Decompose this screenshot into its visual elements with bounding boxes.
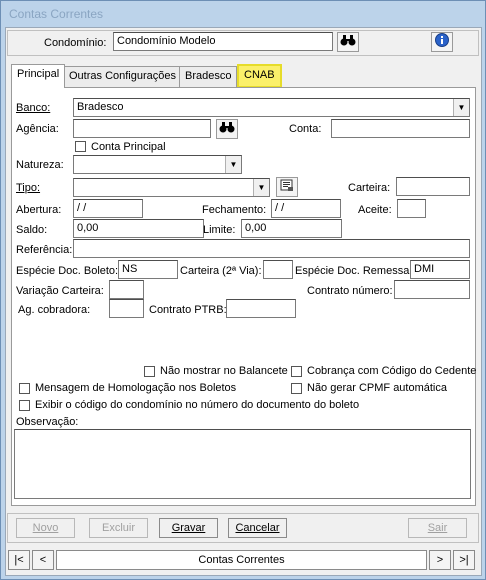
conta-field[interactable] (331, 119, 470, 138)
binoculars-icon[interactable] (337, 32, 359, 52)
limite-field[interactable]: 0,00 (241, 219, 342, 238)
tab-principal[interactable]: Principal (11, 64, 66, 88)
ag-cobradora-label: Ag. cobradora: (18, 304, 91, 316)
limite-label: Limite: (203, 224, 236, 236)
window: Contas Correntes Condomínio: Condomínio … (0, 0, 486, 580)
fechamento-field[interactable]: / / (271, 199, 341, 218)
nao-gerar-cpmf-label: Não gerar CPMF automática (307, 382, 447, 394)
nav-caption: Contas Correntes (56, 550, 427, 570)
info-icon[interactable] (431, 32, 453, 52)
nav-last-button[interactable]: >| (453, 550, 475, 570)
observacao-textarea[interactable] (14, 429, 471, 499)
cancelar-button[interactable]: Cancelar (228, 518, 287, 538)
especie-remessa-field[interactable]: DMI (410, 260, 470, 279)
cobranca-cedente-checkbox[interactable] (291, 366, 302, 377)
window-title: Contas Correntes (9, 7, 104, 21)
gravar-button[interactable]: Gravar (159, 518, 218, 538)
saldo-field[interactable]: 0,00 (73, 219, 204, 238)
banco-value: Bradesco (77, 101, 124, 113)
tipo-label: Tipo: (16, 182, 41, 194)
tab-bradesco[interactable]: Bradesco (179, 66, 238, 87)
exibir-codigo-checkbox[interactable] (19, 400, 30, 411)
variacao-carteira-field[interactable] (109, 280, 144, 299)
excluir-button[interactable]: Excluir (89, 518, 148, 538)
abertura-label: Abertura: (16, 204, 62, 216)
nao-gerar-cpmf-checkbox[interactable] (291, 383, 302, 394)
especie-boleto-field[interactable]: NS (118, 260, 178, 279)
agencia-field[interactable] (73, 119, 211, 138)
contrato-ptrb-field[interactable] (226, 299, 296, 318)
tipo-edit-icon[interactable] (276, 177, 298, 197)
agencia-search-icon[interactable] (216, 119, 238, 139)
fechamento-label: Fechamento: (202, 204, 267, 216)
nav-first-button[interactable]: |< (8, 550, 30, 570)
nav-next-button[interactable]: > (429, 550, 451, 570)
natureza-label: Natureza: (16, 159, 64, 171)
especie-remessa-label: Espécie Doc. Remessa: (295, 265, 413, 277)
carteira-field[interactable] (396, 177, 470, 196)
tab-cnab[interactable]: CNAB (237, 64, 282, 88)
carteira-2via-field[interactable] (263, 260, 293, 279)
nao-mostrar-balancete-checkbox[interactable] (144, 366, 155, 377)
carteira-label: Carteira: (348, 182, 391, 194)
conta-principal-checkbox[interactable] (75, 141, 86, 152)
conta-principal-label: Conta Principal (91, 141, 166, 153)
banco-select[interactable]: Bradesco ▼ (73, 98, 470, 117)
ag-cobradora-field[interactable] (109, 299, 144, 318)
carteira-2via-label: Carteira (2ª Via): (180, 265, 262, 277)
tipo-select[interactable]: ▼ (73, 178, 270, 197)
chevron-down-icon: ▼ (453, 99, 469, 116)
chevron-down-icon: ▼ (225, 156, 241, 173)
condominio-field[interactable]: Condomínio Modelo (113, 32, 333, 51)
aceite-label: Aceite: (358, 204, 392, 216)
nav-prev-button[interactable]: < (32, 550, 54, 570)
especie-boleto-label: Espécie Doc. Boleto: (16, 265, 119, 277)
exibir-codigo-label: Exibir o código do condomínio no número … (35, 399, 360, 411)
contrato-numero-label: Contrato número: (307, 285, 393, 297)
novo-button[interactable]: Novo (16, 518, 75, 538)
mensagem-homologacao-label: Mensagem de Homologação nos Boletos (35, 382, 237, 394)
mensagem-homologacao-checkbox[interactable] (19, 383, 30, 394)
contrato-numero-field[interactable] (394, 280, 470, 299)
referencia-field[interactable] (73, 239, 470, 258)
cobranca-cedente-label: Cobrança com Código do Cedente (307, 365, 477, 377)
sair-button[interactable]: Sair (408, 518, 467, 538)
natureza-select[interactable]: ▼ (73, 155, 242, 174)
contrato-ptrb-label: Contrato PTRB: (149, 304, 227, 316)
tab-outras-configuracoes[interactable]: Outras Configurações (63, 66, 182, 87)
variacao-carteira-label: Variação Carteira: (16, 285, 104, 297)
condominio-label: Condomínio: (44, 37, 107, 49)
aceite-field[interactable] (397, 199, 426, 218)
conta-label: Conta: (289, 123, 322, 135)
observacao-label: Observação: (16, 416, 79, 428)
saldo-label: Saldo: (16, 224, 48, 236)
referencia-label: Referência: (16, 244, 73, 256)
banco-label: Banco: (16, 102, 51, 114)
agencia-label: Agência: (16, 123, 59, 135)
nao-mostrar-balancete-label: Não mostrar no Balancete (160, 365, 288, 377)
abertura-field[interactable]: / / (73, 199, 143, 218)
client-area: Condomínio: Condomínio Modelo Principal … (5, 27, 482, 576)
chevron-down-icon: ▼ (253, 179, 269, 196)
